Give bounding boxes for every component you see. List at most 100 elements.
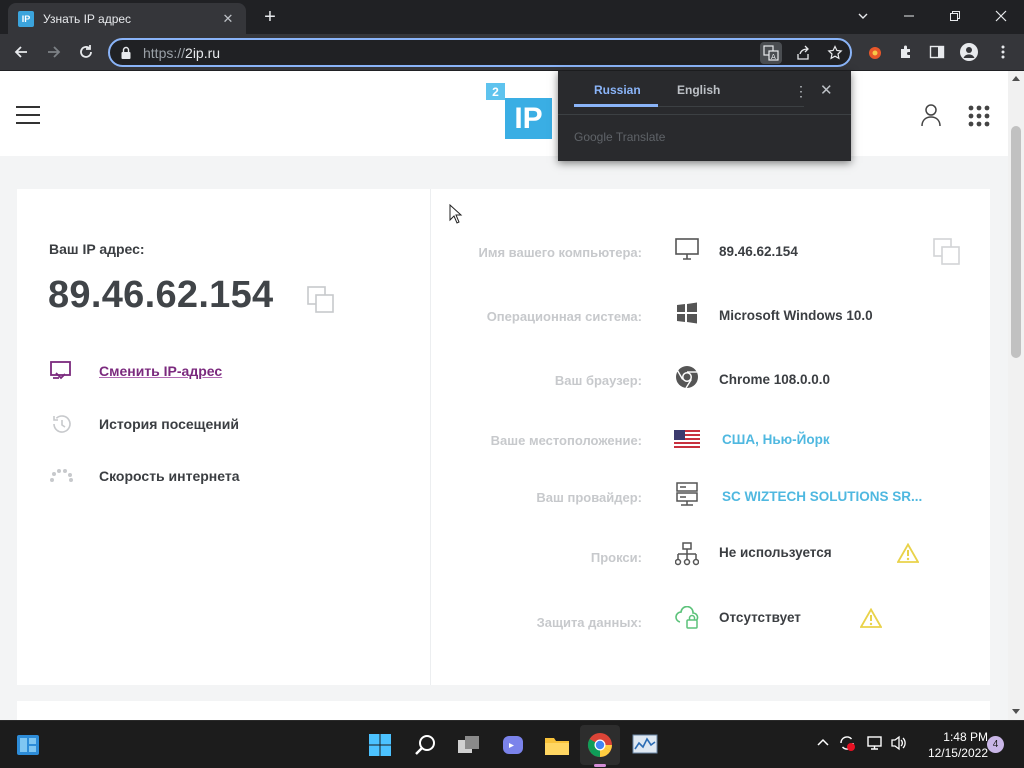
close-window-button[interactable]: [978, 0, 1024, 32]
notification-badge[interactable]: 4: [987, 736, 1004, 753]
computer-name-label: Имя вашего компьютера:: [478, 245, 642, 260]
history-icon: [49, 412, 73, 436]
data-protection-label: Защита данных:: [536, 615, 642, 630]
minimize-button[interactable]: [886, 0, 932, 32]
chrome-icon: [673, 363, 701, 391]
translate-options-icon[interactable]: ⋮: [794, 83, 808, 100]
location-label: Ваше местоположение:: [490, 433, 642, 448]
scroll-up-icon[interactable]: [1012, 76, 1020, 81]
search-icon[interactable]: [410, 730, 440, 760]
change-ip-link[interactable]: Сменить IP-адрес: [49, 359, 222, 383]
chrome-taskbar-icon[interactable]: [585, 730, 615, 760]
proxy-label: Прокси:: [590, 550, 642, 565]
extension-icon[interactable]: [862, 39, 888, 65]
restore-button[interactable]: [932, 0, 978, 32]
tab-active[interactable]: IP Узнать IP адрес ✕: [8, 3, 246, 34]
ip-address-value: 89.46.62.154: [48, 274, 274, 316]
location-value[interactable]: США, Нью-Йорк: [722, 432, 830, 447]
hamburger-menu-icon[interactable]: [16, 106, 40, 124]
secondary-card: [17, 701, 990, 720]
scroll-down-icon[interactable]: [1012, 709, 1020, 714]
browser-value: Chrome 108.0.0.0: [719, 372, 831, 387]
star-icon[interactable]: [824, 42, 846, 64]
os-label: Операционная система:: [486, 309, 642, 324]
data-protection-value: Отсутствует: [719, 610, 801, 625]
url-text[interactable]: https://2ip.ru: [143, 45, 220, 61]
scrollbar-thumb[interactable]: [1011, 126, 1021, 358]
site-favicon-icon: IP: [18, 10, 34, 27]
apps-grid-icon[interactable]: [968, 105, 990, 132]
network-icon[interactable]: [866, 735, 884, 756]
share-icon[interactable]: [792, 42, 814, 64]
chrome-running-indicator: [594, 764, 606, 767]
address-bar[interactable]: https://2ip.ru A: [108, 38, 852, 67]
site-logo[interactable]: 2 IP: [486, 83, 552, 139]
tab-title: Узнать IP адрес: [43, 11, 132, 26]
history-link[interactable]: История посещений: [49, 412, 239, 436]
active-tab-indicator: [574, 104, 658, 107]
sidepanel-icon[interactable]: [924, 39, 950, 65]
lock-icon[interactable]: [120, 46, 132, 65]
monitor-icon: [673, 235, 701, 263]
network-tree-icon: [673, 540, 701, 568]
user-account-icon[interactable]: [918, 102, 944, 133]
us-flag-icon: [673, 425, 701, 453]
proxy-warning-icon[interactable]: [896, 542, 920, 568]
os-value: Microsoft Windows 10.0: [719, 308, 873, 323]
tab-search-icon[interactable]: [840, 0, 886, 32]
computer-name-value: 89.46.62.154: [719, 244, 798, 259]
file-explorer-icon[interactable]: [542, 730, 572, 760]
mouse-cursor-icon: [449, 203, 463, 229]
task-view-icon[interactable]: [454, 730, 484, 760]
widgets-icon[interactable]: [13, 730, 43, 760]
page-scrollbar[interactable]: [1008, 71, 1024, 720]
tab-english[interactable]: English: [677, 83, 720, 97]
resource-monitor-icon[interactable]: [630, 730, 660, 760]
provider-label: Ваш провайдер:: [536, 490, 642, 505]
page-viewport: 2 IP Ваш IP адрес: 89.46.62.154 Сменить …: [0, 71, 1008, 720]
tab-russian[interactable]: Russian: [594, 83, 641, 97]
ip-info-card: Ваш IP адрес: 89.46.62.154 Сменить IP-ад…: [17, 189, 990, 685]
copy-small-icon[interactable]: [933, 238, 961, 271]
provider-value[interactable]: SC WIZTECH SOLUTIONS SR...: [722, 489, 922, 504]
copy-icon[interactable]: [307, 286, 335, 319]
translate-close-icon[interactable]: ✕: [820, 81, 833, 99]
sync-icon[interactable]: [838, 734, 856, 757]
puzzle-icon[interactable]: [893, 39, 919, 65]
reload-icon[interactable]: [73, 39, 99, 65]
history-label[interactable]: История посещений: [99, 416, 239, 432]
start-icon[interactable]: [365, 730, 395, 760]
profile-icon[interactable]: [956, 39, 982, 65]
forward-icon[interactable]: [41, 39, 67, 65]
teams-chat-icon[interactable]: [498, 730, 528, 760]
change-ip-icon: [49, 359, 73, 383]
volume-icon[interactable]: [890, 735, 908, 756]
change-ip-label[interactable]: Сменить IP-адрес: [99, 363, 222, 379]
clock-date: 12/15/2022: [927, 746, 988, 760]
clock-time: 1:48 PM: [943, 730, 988, 744]
ip-summary-panel: Ваш IP адрес: 89.46.62.154 Сменить IP-ад…: [17, 189, 431, 685]
system-clock[interactable]: 1:48 PM 12/15/2022: [918, 729, 988, 761]
logo-big-tile: IP: [505, 98, 552, 139]
tray-overflow-icon[interactable]: [816, 735, 830, 754]
speed-test-link[interactable]: Скорость интернета: [49, 464, 240, 488]
kebab-menu-icon[interactable]: [990, 39, 1016, 65]
new-tab-button[interactable]: +: [258, 5, 282, 29]
cloud-lock-icon: [673, 604, 701, 632]
translate-popup: Russian English ⋮ ✕ Google Translate: [558, 71, 851, 161]
translate-language-tabs: Russian English: [574, 71, 804, 107]
speedometer-icon: [49, 464, 73, 488]
windows-icon: [673, 299, 701, 327]
logo-small-tile: 2: [486, 83, 505, 100]
site-header: 2 IP: [0, 71, 1008, 156]
translate-brand: Google Translate: [574, 130, 666, 144]
tab-close-icon[interactable]: ✕: [220, 11, 236, 27]
translate-icon[interactable]: A: [760, 42, 782, 64]
back-icon[interactable]: [8, 39, 34, 65]
server-icon: [673, 480, 701, 508]
popup-divider: [558, 114, 851, 115]
browser-label: Ваш браузер:: [554, 373, 642, 388]
data-protection-warning-icon[interactable]: [859, 607, 883, 633]
proxy-value: Не используется: [719, 545, 832, 560]
speed-test-label[interactable]: Скорость интернета: [99, 468, 240, 484]
